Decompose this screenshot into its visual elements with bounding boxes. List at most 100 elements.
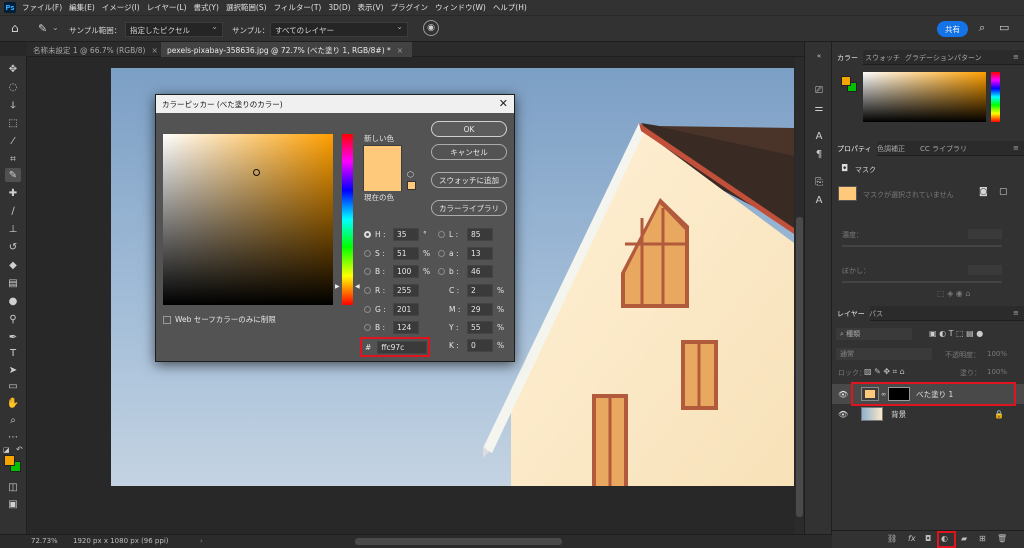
green-radio[interactable] [364, 306, 371, 313]
lab-a-radio[interactable] [438, 250, 445, 257]
sampling-ring-icon[interactable]: ◉ [423, 20, 439, 36]
feather-slider[interactable] [842, 281, 1002, 283]
zoom-level[interactable]: 72.73% [31, 537, 58, 545]
adjust-icon[interactable]: ⚌ [813, 102, 825, 114]
layer-filter-select[interactable]: ⌕ 種類 [836, 328, 912, 340]
eyedropper-icon[interactable]: ✎ [38, 22, 47, 35]
dodge-tool-icon[interactable]: ⚲ [5, 312, 21, 326]
hue-arrow-left-icon[interactable]: ▶ [335, 283, 340, 290]
close-icon[interactable]: ✕ [499, 97, 508, 110]
horizontal-scroll-thumb[interactable] [355, 538, 562, 545]
yellow-input[interactable]: 55 [467, 321, 493, 334]
green-input[interactable]: 201 [393, 303, 419, 316]
hex-input[interactable]: ffc97c [377, 340, 428, 354]
blend-mode-select[interactable]: 通常 [836, 348, 932, 360]
workspace-icon[interactable]: ▭ [999, 21, 1009, 34]
pen-tool-icon[interactable]: ✒ [5, 330, 21, 344]
tab-untitled[interactable]: 名称未設定 1 @ 66.7% (RGB/8) × [27, 42, 160, 57]
menu-filter[interactable]: フィルター(T) [274, 2, 322, 13]
search-icon[interactable]: ⌕ [979, 21, 985, 35]
lab-b-input[interactable]: 46 [467, 265, 493, 278]
lab-l-input[interactable]: 85 [467, 228, 493, 241]
panel-menu-icon[interactable]: ≡ [1008, 50, 1024, 65]
tab-color[interactable]: カラー [832, 50, 863, 65]
panel-foreground-swatch[interactable] [841, 76, 851, 86]
vector-mask-icon[interactable]: ▢ [999, 187, 1008, 197]
home-icon[interactable]: ⌂ [11, 21, 19, 35]
density-input[interactable] [968, 229, 1002, 239]
gamut-cube-icon[interactable]: ⬡ [407, 170, 414, 179]
layer-filter-icons[interactable]: ▣ ◐ T ⬚ ▤ ● [929, 329, 983, 338]
tab-swatches[interactable]: スウォッチ [860, 50, 905, 65]
red-input[interactable]: 255 [393, 284, 419, 297]
menu-edit[interactable]: 編集(E) [69, 2, 95, 13]
screen-mode-icon[interactable]: ▣ [5, 497, 21, 511]
opacity-value[interactable]: 100% [987, 350, 1007, 358]
glyphs-icon[interactable]: ⎘ [813, 176, 825, 188]
lab-b-radio[interactable] [438, 268, 445, 275]
layer-name[interactable]: 背景 [891, 409, 906, 420]
lock-icon[interactable]: 🔒 [994, 410, 1004, 419]
lab-l-radio[interactable] [438, 231, 445, 238]
brush-tool-icon[interactable]: ∕ [5, 204, 21, 218]
blue-input[interactable]: 124 [393, 321, 419, 334]
saturation-input[interactable]: 51 [393, 247, 419, 260]
brightness-radio[interactable] [364, 268, 371, 275]
quick-mask-icon[interactable]: ◫ [5, 480, 21, 494]
status-chevron-icon[interactable]: › [200, 537, 203, 545]
add-mask-icon[interactable]: ◘ [925, 534, 931, 543]
share-button[interactable]: 共有 [937, 21, 968, 37]
hue-radio[interactable] [364, 231, 371, 238]
quick-select-icon[interactable]: ⁄ [5, 134, 21, 148]
menu-3d[interactable]: 3D(D) [328, 3, 350, 12]
menu-type[interactable]: 書式(Y) [194, 2, 219, 13]
history-brush-icon[interactable]: ↺ [5, 240, 21, 254]
marquee-tool-icon[interactable]: ◌ [5, 80, 21, 94]
layer-row-fill[interactable]: 👁 ∞ べた塗り 1 [832, 382, 1024, 406]
collapse-icon[interactable]: « [813, 50, 825, 62]
sample-layers-select[interactable]: すべてのレイヤー [270, 22, 408, 37]
magenta-input[interactable]: 29 [467, 303, 493, 316]
lock-icons[interactable]: ▨ ✎ ✥ ⌗ ⌂ [864, 367, 905, 377]
tool-preset-chevron-icon[interactable]: ⌄ [52, 23, 59, 32]
trash-icon[interactable]: 🗑 [997, 534, 1007, 543]
tab-pexels[interactable]: pexels-pixabay-358636.jpg @ 72.7% (べた塗り … [161, 42, 412, 57]
color-libraries-button[interactable]: カラーライブラリ [431, 200, 507, 216]
character-icon[interactable]: A [813, 130, 825, 142]
hue-arrow-right-icon[interactable]: ◀ [355, 283, 360, 290]
tab-paths[interactable]: パス [864, 306, 888, 321]
vertical-scrollbar[interactable] [795, 57, 804, 534]
websafe-option[interactable]: Web セーフカラーのみに制限 [163, 314, 276, 325]
sample-size-select[interactable]: 指定したピクセル [125, 22, 223, 37]
blur-tool-icon[interactable]: ● [5, 294, 21, 308]
zoom-tool-icon[interactable]: ⌕ [5, 413, 21, 427]
websafe-swatch[interactable] [407, 181, 416, 190]
new-group-icon[interactable]: ▰ [961, 534, 967, 543]
hand-tool-icon[interactable]: ✋ [5, 396, 21, 410]
gradient-tool-icon[interactable]: ▤ [5, 276, 21, 290]
menu-plugins[interactable]: プラグイン [391, 2, 429, 13]
tab-patterns[interactable]: パターン [949, 50, 987, 65]
menu-layer[interactable]: レイヤー(L) [147, 2, 187, 13]
default-colors-icon[interactable]: ◪ [3, 446, 10, 454]
document-info[interactable]: 1920 px x 1080 px (96 ppi) [73, 537, 169, 545]
cancel-button[interactable]: キャンセル [431, 144, 507, 160]
object-select-icon[interactable]: ⬚ [5, 116, 21, 130]
rectangle-tool-icon[interactable]: ▭ [5, 379, 21, 393]
tab-adjustments[interactable]: 色調補正 [872, 141, 910, 156]
cyan-input[interactable]: 2 [467, 284, 493, 297]
fx-icon[interactable]: fx [908, 534, 916, 543]
more-tools-icon[interactable]: ⋯ [5, 430, 21, 444]
ok-button[interactable]: OK [431, 121, 507, 137]
history-icon[interactable]: ⎚ [813, 84, 825, 96]
color-panel-hue[interactable] [991, 72, 1000, 122]
type-tool-icon[interactable]: T [5, 346, 21, 360]
link-layers-icon[interactable]: ⛓ [887, 534, 897, 543]
move-tool-icon[interactable]: ✥ [5, 62, 21, 76]
paragraph-icon[interactable]: ¶ [813, 148, 825, 160]
menu-window[interactable]: ウィンドウ(W) [435, 2, 486, 13]
red-radio[interactable] [364, 287, 371, 294]
swap-colors-icon[interactable]: ↶ [16, 445, 23, 454]
field-cursor[interactable] [253, 169, 260, 176]
close-icon[interactable]: × [151, 46, 157, 55]
